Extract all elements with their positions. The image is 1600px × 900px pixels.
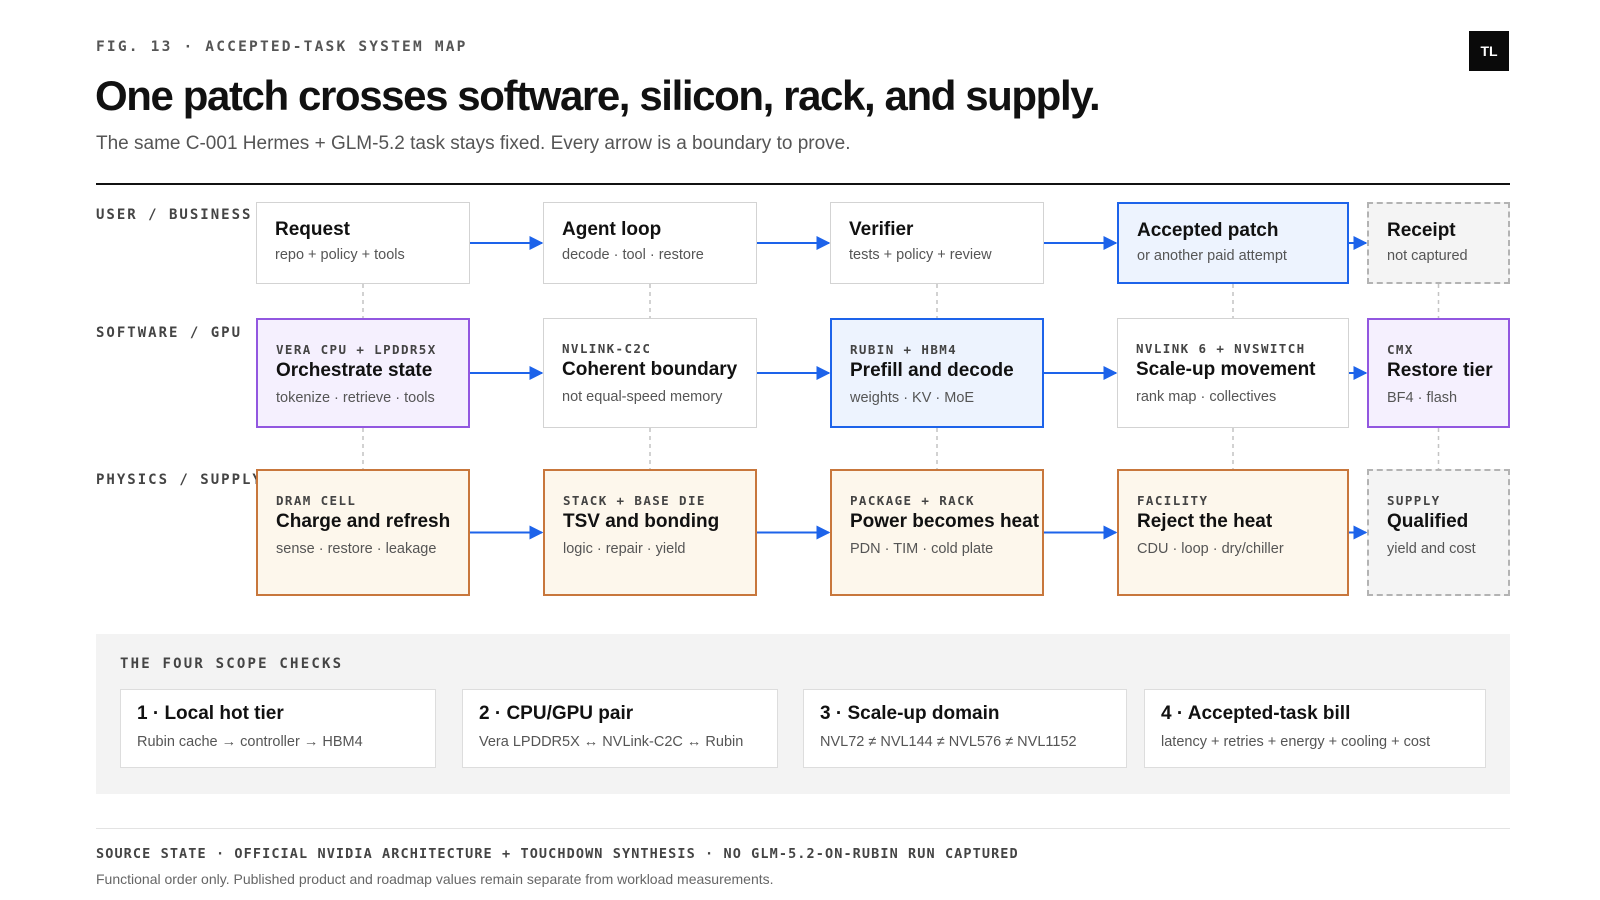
node-reject-heat: FACILITY Reject the heat CDU · loop · dry/… (1117, 469, 1349, 596)
node-subtitle: yield and cost (1387, 541, 1476, 557)
node-title: Qualified (1387, 511, 1469, 532)
node-title: Power becomes heat (850, 511, 1040, 532)
scope-check-card: 2 · CPU/GPU pair Vera LPDDR5X ↔ NVLink-C… (462, 689, 778, 768)
scope-check-detail: latency + retries + energy + cooling + c… (1161, 734, 1431, 750)
node-tag: SUPPLY (1387, 493, 1441, 508)
scope-check-title: 1 · Local hot tier (137, 703, 284, 724)
node-title: TSV and bonding (563, 511, 720, 532)
node-subtitle: tokenize · retrieve · tools (276, 390, 435, 406)
scope-check-detail: Rubin cache → controller → HBM4 (137, 734, 363, 750)
node-accepted-patch: Accepted patch or another paid attempt (1117, 202, 1349, 284)
node-subtitle: PDN · TIM · cold plate (850, 541, 994, 557)
node-tag: CMX (1387, 342, 1414, 357)
node-coherent-boundary: NVLINK-C2C Coherent boundary not equal-spe… (543, 318, 757, 428)
node-tag: VERA CPU + LPDDR5X (276, 342, 437, 357)
node-tag: FACILITY (1137, 493, 1209, 508)
node-subtitle: logic · repair · yield (563, 541, 686, 557)
node-tag: PACKAGE + RACK (850, 493, 975, 508)
node-tag: NVLINK-C2C (562, 341, 652, 356)
node-tag: NVLINK 6 + NVSWITCH (1136, 341, 1306, 356)
node-subtitle: not captured (1387, 248, 1468, 264)
node-title: Reject the heat (1137, 511, 1273, 532)
node-subtitle: sense · restore · leakage (276, 541, 437, 557)
scope-check-card: 1 · Local hot tier Rubin cache → control… (120, 689, 436, 768)
node-tag: RUBIN + HBM4 (850, 342, 958, 357)
node-subtitle: repo + policy + tools (275, 247, 405, 263)
scope-check-card: 3 · Scale-up domain NVL72 ≠ NVL144 ≠ NVL… (803, 689, 1127, 768)
node-subtitle: BF4 · flash (1387, 390, 1458, 406)
scope-check-detail: Vera LPDDR5X ↔ NVLink-C2C ↔ Rubin (479, 734, 744, 750)
node-title: Charge and refresh (276, 511, 451, 532)
node-subtitle: or another paid attempt (1137, 248, 1287, 264)
node-title: Verifier (849, 219, 914, 240)
scope-check-detail: NVL72 ≠ NVL144 ≠ NVL576 ≠ NVL1152 (820, 734, 1077, 750)
node-verifier: Verifier tests + policy + review (830, 202, 1044, 284)
scope-check-title: 3 · Scale-up domain (820, 703, 1000, 724)
node-orchestrate-state: VERA CPU + LPDDR5X Orchestrate state token… (256, 318, 470, 428)
node-title: Agent loop (562, 219, 662, 240)
node-title: Orchestrate state (276, 360, 433, 381)
footer-divider (96, 828, 1510, 829)
node-subtitle: decode · tool · restore (562, 247, 704, 263)
node-power-heat: PACKAGE + RACK Power becomes heat PDN · TI… (830, 469, 1044, 596)
node-restore-tier: CMX Restore tier BF4 · flash (1367, 318, 1510, 428)
scope-check-title: 2 · CPU/GPU pair (479, 703, 634, 724)
node-title: Prefill and decode (850, 360, 1014, 381)
node-tag: STACK + BASE DIE (563, 493, 706, 508)
node-prefill-decode: RUBIN + HBM4 Prefill and decode weights · … (830, 318, 1044, 428)
node-receipt: Receipt not captured (1367, 202, 1510, 284)
node-tag: DRAM CELL (276, 493, 357, 508)
node-subtitle: tests + policy + review (849, 247, 992, 263)
footer-note: Functional order only. Published product… (96, 871, 774, 887)
node-title: Accepted patch (1137, 220, 1279, 241)
node-qualified: SUPPLY Qualified yield and cost (1367, 469, 1510, 596)
node-title: Receipt (1387, 220, 1456, 241)
node-subtitle: rank map · collectives (1136, 389, 1277, 405)
scope-checks-panel: THE FOUR SCOPE CHECKS 1 · Local hot tier… (96, 634, 1510, 794)
node-subtitle: not equal-speed memory (562, 389, 723, 405)
node-agent-loop: Agent loop decode · tool · restore (543, 202, 757, 284)
node-charge-refresh: DRAM CELL Charge and refresh sense · resto… (256, 469, 470, 596)
node-title: Coherent boundary (562, 359, 738, 380)
scope-check-title: 4 · Accepted-task bill (1161, 703, 1351, 724)
scope-check-card: 4 · Accepted-task bill latency + retries… (1144, 689, 1486, 768)
node-tsv-bonding: STACK + BASE DIE TSV and bonding logic · r… (543, 469, 757, 596)
source-state: SOURCE STATE · OFFICIAL NVIDIA ARCHITECT… (96, 846, 1019, 862)
node-title: Restore tier (1387, 360, 1493, 381)
node-title: Scale-up movement (1136, 359, 1316, 380)
node-subtitle: CDU · loop · dry/chiller (1137, 541, 1284, 557)
scope-checks-label: THE FOUR SCOPE CHECKS (120, 656, 344, 672)
node-scale-up-movement: NVLINK 6 + NVSWITCH Scale-up movement rank… (1117, 318, 1349, 428)
node-subtitle: weights · KV · MoE (850, 390, 975, 406)
node-request: Request repo + policy + tools (256, 202, 470, 284)
node-title: Request (275, 219, 350, 240)
